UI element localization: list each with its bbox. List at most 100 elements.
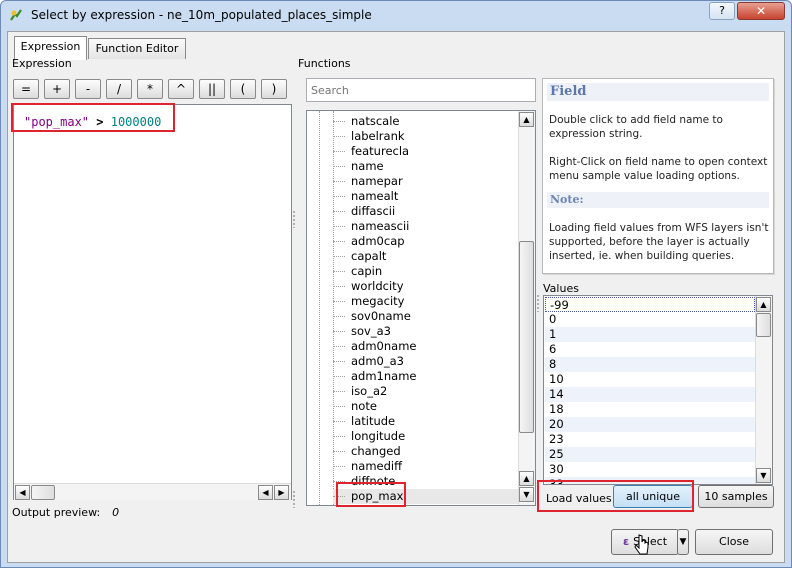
scroll-up-icon[interactable]: ▲ [519, 112, 534, 127]
qgis-logo-icon [10, 9, 22, 21]
load-values-label: Load values [546, 492, 612, 505]
list-item[interactable]: 6 [545, 342, 755, 357]
tree-item[interactable]: featurecla [333, 144, 409, 159]
list-item[interactable]: 30 [545, 462, 755, 477]
title-bar[interactable]: Select by expression - ne_10m_populated_… [1, 1, 791, 31]
operator-concat-button[interactable]: || [199, 79, 225, 99]
close-window-button[interactable]: ✕ [737, 2, 785, 20]
tree-item[interactable]: namediff [333, 459, 402, 474]
tree-item[interactable]: adm0cap [333, 234, 405, 249]
list-item[interactable]: 20 [545, 417, 755, 432]
all-unique-button[interactable]: all unique [613, 485, 693, 508]
close-button[interactable]: Close [695, 529, 773, 555]
tree-item[interactable]: worldcity [333, 279, 404, 294]
tree-item[interactable]: longitude [333, 429, 405, 444]
splitter-handle[interactable] [536, 294, 540, 312]
tree-item[interactable]: namepar [333, 174, 403, 189]
operator-open-paren-button[interactable]: ( [230, 79, 256, 99]
output-preview-value: 0 [112, 506, 120, 519]
tree-item[interactable]: adm0name [333, 339, 416, 354]
list-item[interactable]: 25 [545, 447, 755, 462]
tree-item[interactable]: sov0name [333, 309, 411, 324]
tree-item[interactable]: iso_a2 [333, 384, 387, 399]
expression-text: "pop_max" > 1000000 [24, 115, 161, 129]
tree-item[interactable]: note [333, 399, 377, 414]
scroll-up-icon[interactable]: ▲ [756, 297, 771, 312]
list-item[interactable]: 18 [545, 402, 755, 417]
scroll-left-icon[interactable]: ◀ [15, 485, 30, 500]
operator-close-paren-button[interactable]: ) [261, 79, 287, 99]
chevron-down-icon: ▼ [679, 537, 687, 547]
tree-item[interactable]: labelrank [333, 129, 405, 144]
tree-item[interactable]: sov_a3 [333, 324, 391, 339]
tree-item-pop-max[interactable]: pop_max [333, 489, 523, 504]
operator-minus-button[interactable]: - [75, 79, 101, 99]
list-item[interactable]: 10 [545, 372, 755, 387]
scroll-down-icon[interactable]: ▼ [756, 468, 771, 483]
tree-item[interactable]: megacity [333, 294, 404, 309]
scrollbar-thumb[interactable] [519, 241, 534, 433]
function-tree[interactable]: natscale labelrank featurecla name namep… [306, 110, 536, 506]
select-dropdown-button[interactable]: ▼ [677, 529, 689, 555]
list-item[interactable]: 33 [545, 477, 755, 484]
window-title: Select by expression - ne_10m_populated_… [31, 8, 372, 22]
expression-field: "pop_max" [24, 115, 90, 129]
values-list[interactable]: -99 0 1 6 8 10 14 18 20 23 25 30 33 ▲ ▼ [543, 295, 773, 485]
operator-divide-button[interactable]: / [106, 79, 132, 99]
splitter-handle[interactable] [292, 490, 296, 508]
tree-item[interactable]: diffascii [333, 204, 395, 219]
output-preview-label: Output preview: [12, 506, 101, 519]
help-text: Double click to add field name to expres… [549, 114, 723, 140]
tree-item[interactable]: capin [333, 264, 382, 279]
functions-label: Functions [298, 57, 351, 70]
mouse-cursor-icon [634, 534, 649, 555]
expression-editor[interactable]: "pop_max" > 1000000 ◀ ◀ ▶ [13, 104, 292, 500]
expression-label: Expression [12, 57, 72, 70]
scroll-left-icon[interactable]: ◀ [258, 485, 273, 500]
tree-item[interactable]: adm0_a3 [333, 354, 404, 369]
list-item[interactable]: -99 [545, 297, 755, 312]
operator-equals-button[interactable]: = [13, 79, 39, 99]
scroll-right-icon[interactable]: ▶ [274, 485, 289, 500]
help-button[interactable]: ? [709, 2, 735, 20]
tree-item[interactable]: diffnote [333, 474, 395, 489]
list-item[interactable]: 8 [545, 357, 755, 372]
tree-item[interactable]: natscale [333, 114, 399, 129]
tree-item[interactable]: name [333, 159, 384, 174]
expression-value: 1000000 [110, 115, 162, 129]
tree-item[interactable]: changed [333, 444, 401, 459]
operator-plus-button[interactable]: + [44, 79, 70, 99]
function-search[interactable] [306, 78, 536, 102]
operator-power-button[interactable]: ^ [168, 79, 194, 99]
tree-item[interactable]: nameascii [333, 219, 409, 234]
scrollbar-thumb[interactable] [756, 313, 771, 337]
tree-item[interactable]: capalt [333, 249, 386, 264]
help-text: Right-Click on field name to open contex… [549, 156, 768, 182]
tree-item[interactable]: namealt [333, 189, 398, 204]
scroll-down-icon[interactable]: ▼ [519, 487, 534, 502]
output-preview: Output preview: 0 [12, 506, 119, 519]
search-input[interactable] [307, 79, 535, 101]
expression-operator: > [96, 115, 104, 129]
list-item[interactable]: 14 [545, 387, 755, 402]
help-panel: Field Double click to add field name to … [542, 78, 774, 274]
tab-function-editor[interactable]: Function Editor [88, 38, 186, 59]
help-title: Field [547, 83, 769, 101]
tree-item[interactable]: latitude [333, 414, 395, 429]
dialog-window: Select by expression - ne_10m_populated_… [0, 0, 792, 568]
values-scrollbar[interactable]: ▲ ▼ [755, 296, 772, 484]
scroll-up-icon[interactable]: ▲ [519, 471, 534, 486]
operator-multiply-button[interactable]: * [137, 79, 163, 99]
splitter-handle[interactable] [292, 210, 296, 228]
list-item[interactable]: 1 [545, 327, 755, 342]
scrollbar-thumb[interactable] [31, 485, 55, 500]
list-item[interactable]: 0 [545, 312, 755, 327]
list-item[interactable]: 23 [545, 432, 755, 447]
function-tree-scrollbar[interactable]: ▲ ▲ ▼ [518, 111, 535, 505]
ten-samples-button[interactable]: 10 samples [698, 485, 774, 508]
select-icon: ε [622, 535, 630, 548]
tree-item[interactable]: adm1name [333, 369, 416, 384]
tree-guide-line [319, 111, 320, 505]
help-note-text: Loading field values from WFS layers isn… [549, 222, 769, 262]
expression-horizontal-scrollbar[interactable]: ◀ ◀ ▶ [14, 483, 291, 500]
